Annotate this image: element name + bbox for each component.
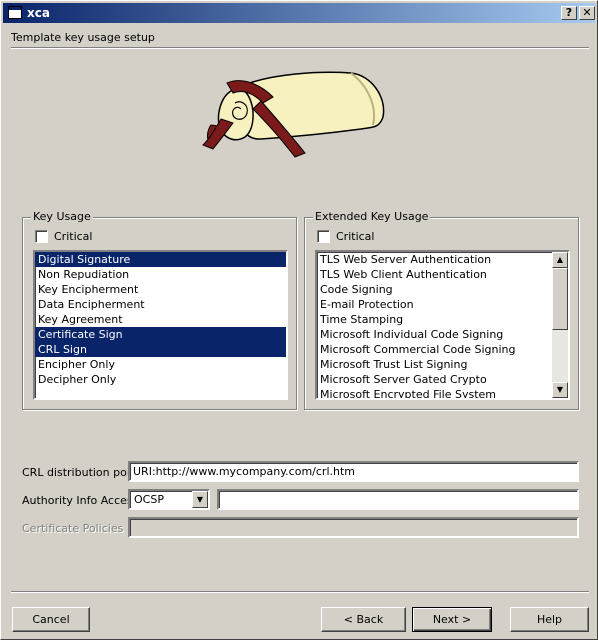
key-usage-item[interactable]: Non Repudiation: [35, 267, 286, 282]
help-button[interactable]: Help: [510, 607, 589, 632]
crl-distribution-label: CRL distribution point: [22, 466, 142, 479]
scroll-down-arrow-icon[interactable]: ▼: [552, 382, 568, 398]
key-usage-list[interactable]: Digital Signature Non Repudiation Key Enci…: [33, 250, 288, 400]
extended-key-usage-item[interactable]: Microsoft Commercial Code Signing: [317, 342, 552, 357]
app-icon: [8, 6, 22, 19]
header-separator: [11, 47, 589, 49]
help-title-button[interactable]: ?: [561, 6, 577, 20]
extended-key-usage-item[interactable]: TLS Web Server Authentication: [317, 252, 552, 267]
key-usage-item[interactable]: Key Encipherment: [35, 282, 286, 297]
key-usage-item[interactable]: Decipher Only: [35, 372, 286, 387]
authority-info-access-input[interactable]: [217, 489, 579, 510]
key-usage-group: Key Usage Critical Digital Signature Non …: [22, 210, 297, 410]
extended-key-usage-item[interactable]: Code Signing: [317, 282, 552, 297]
extended-key-usage-group: Extended Key Usage Critical TLS Web Serv…: [304, 210, 579, 410]
extended-key-usage-critical[interactable]: Critical: [317, 230, 374, 243]
extended-key-usage-item[interactable]: E-mail Protection: [317, 297, 552, 312]
key-usage-critical-label: Critical: [54, 230, 93, 243]
close-title-button[interactable]: ✕: [579, 6, 595, 20]
back-button[interactable]: < Back: [321, 607, 406, 632]
extended-key-usage-items: TLS Web Server Authentication TLS Web Cli…: [317, 252, 552, 398]
extended-key-usage-item[interactable]: Microsoft Individual Code Signing: [317, 327, 552, 342]
next-button[interactable]: Next >: [412, 607, 492, 632]
scroll-up-arrow-icon[interactable]: ▲: [552, 252, 568, 268]
page-title: Template key usage setup: [11, 31, 155, 44]
extended-key-usage-item[interactable]: TLS Web Client Authentication: [317, 267, 552, 282]
cancel-button[interactable]: Cancel: [12, 607, 90, 632]
key-usage-critical[interactable]: Critical: [35, 230, 92, 243]
key-usage-group-title: Key Usage: [31, 210, 93, 223]
crl-distribution-input[interactable]: URI:http://www.mycompany.com/crl.htm: [128, 461, 579, 482]
extended-key-usage-item[interactable]: Microsoft Trust List Signing: [317, 357, 552, 372]
authority-info-access-method-select[interactable]: OCSP ▼: [128, 489, 210, 510]
key-usage-item[interactable]: Certificate Sign: [35, 327, 286, 342]
dropdown-arrow-icon[interactable]: ▼: [192, 491, 208, 508]
eku-scrollbar[interactable]: ▲ ▼: [552, 252, 568, 398]
extended-key-usage-item[interactable]: Microsoft Encrypted File System: [317, 387, 552, 398]
key-usage-item[interactable]: CRL Sign: [35, 342, 286, 357]
key-usage-item[interactable]: Data Encipherment: [35, 297, 286, 312]
key-usage-item[interactable]: Encipher Only: [35, 357, 286, 372]
extended-key-usage-critical-checkbox[interactable]: [317, 230, 330, 243]
key-usage-item[interactable]: Digital Signature: [35, 252, 286, 267]
scroll-certificate-icon: [202, 71, 385, 158]
wizard-window: xca ? ✕ Template key usage setup Key Usa…: [0, 0, 598, 640]
extended-key-usage-list[interactable]: TLS Web Server Authentication TLS Web Cli…: [315, 250, 570, 400]
title-bar[interactable]: xca ? ✕: [3, 3, 595, 23]
extended-key-usage-critical-label: Critical: [336, 230, 375, 243]
authority-info-access-label: Authority Info Access: [22, 494, 139, 507]
scrollbar-thumb[interactable]: [552, 268, 568, 330]
certificate-policies-input: [128, 517, 579, 538]
extended-key-usage-group-title: Extended Key Usage: [313, 210, 431, 223]
key-usage-critical-checkbox[interactable]: [35, 230, 48, 243]
aia-method-value: OCSP: [134, 493, 164, 506]
certificate-policies-label: Certificate Policies: [22, 522, 124, 535]
footer-separator: [11, 591, 589, 593]
extended-key-usage-item[interactable]: Microsoft Server Gated Crypto: [317, 372, 552, 387]
key-usage-item[interactable]: Key Agreement: [35, 312, 286, 327]
extended-key-usage-item[interactable]: Time Stamping: [317, 312, 552, 327]
window-title: xca: [27, 6, 50, 20]
